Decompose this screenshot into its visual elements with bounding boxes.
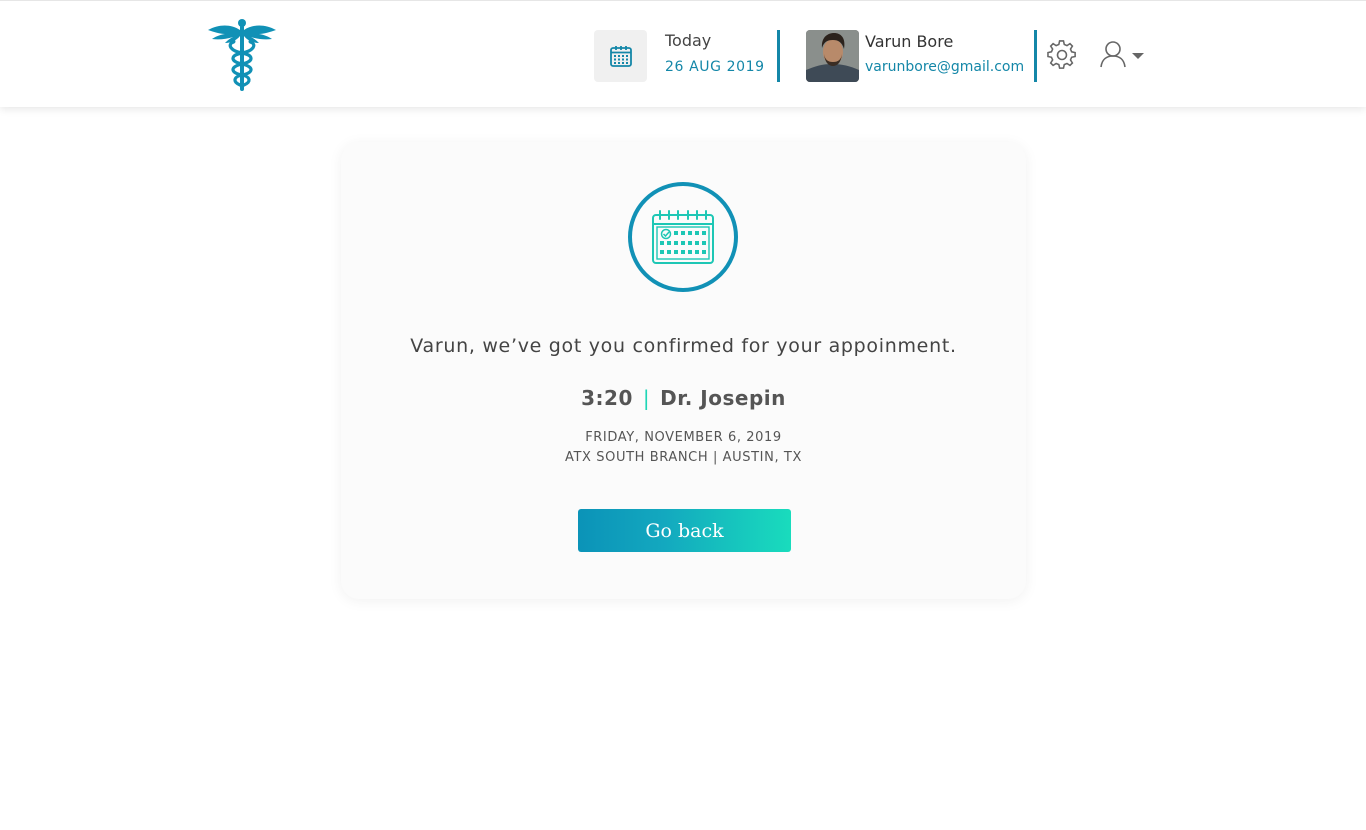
avatar[interactable] bbox=[806, 30, 859, 82]
user-menu-dropdown[interactable] bbox=[1100, 39, 1150, 69]
user-icon bbox=[1100, 41, 1126, 68]
top-header: Today 26 AUG 2019 Varun Bore varunbore@g… bbox=[0, 0, 1366, 107]
chevron-down-icon bbox=[1132, 53, 1144, 59]
today-date: 26 AUG 2019 bbox=[665, 59, 765, 75]
calendar-check-icon bbox=[628, 182, 738, 292]
appointment-summary: 3:20 | Dr. Josepin bbox=[341, 386, 1026, 410]
doctor-name: Dr. Josepin bbox=[660, 386, 786, 410]
appointment-time: 3:20 bbox=[581, 386, 633, 410]
user-name: Varun Bore bbox=[865, 32, 954, 51]
today-label: Today bbox=[665, 31, 712, 50]
calendar-icon bbox=[609, 46, 632, 67]
confirmation-message: Varun, we’ve got you confirmed for your … bbox=[410, 335, 957, 357]
confirmation-card: Varun, we’ve got you confirmed for your … bbox=[341, 142, 1026, 599]
calendar-button[interactable] bbox=[594, 30, 647, 82]
appointment-separator: | bbox=[642, 386, 651, 410]
header-divider bbox=[1034, 30, 1037, 82]
caduceus-logo-icon[interactable] bbox=[207, 18, 277, 92]
go-back-button[interactable]: Go back bbox=[578, 509, 791, 552]
appointment-location: ATX SOUTH BRANCH | AUSTIN, TX bbox=[565, 450, 802, 465]
gear-icon[interactable] bbox=[1047, 40, 1077, 70]
header-divider bbox=[777, 30, 780, 82]
user-email[interactable]: varunbore@gmail.com bbox=[865, 59, 1024, 75]
appointment-date: FRIDAY, NOVEMBER 6, 2019 bbox=[585, 430, 782, 445]
